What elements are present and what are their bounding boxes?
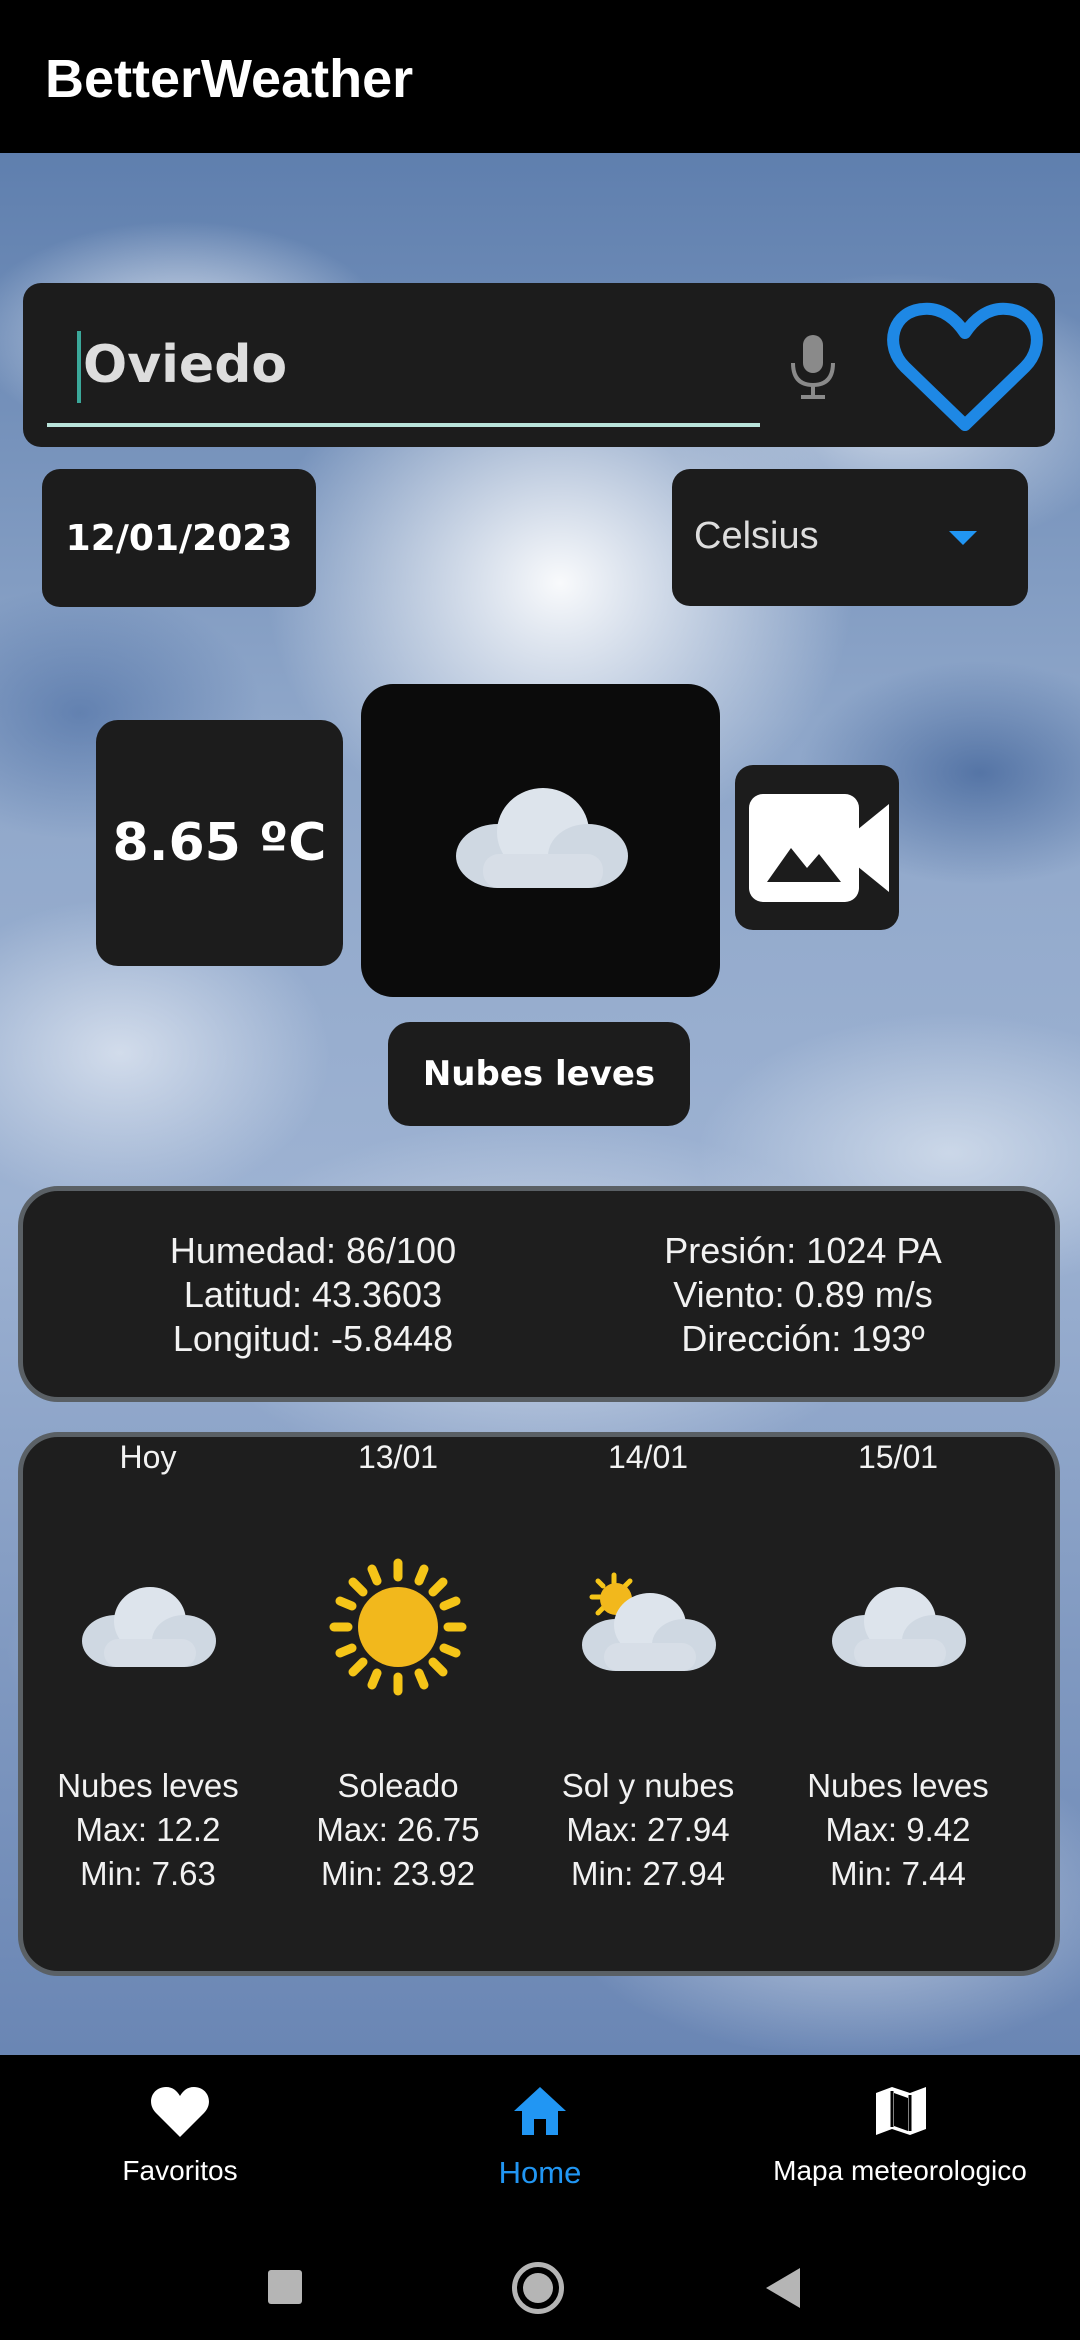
forecast-card: Hoy Nubes leves Max: 12.2 Min: 7.63 13/0… — [18, 1432, 1060, 1976]
home-icon — [514, 2087, 566, 2135]
map-icon — [876, 2087, 926, 2135]
nav-item-home[interactable]: Home — [440, 2055, 640, 2230]
search-bar: Oviedo — [23, 283, 1055, 447]
input-underline — [47, 423, 760, 427]
home-system-button[interactable] — [512, 2262, 564, 2314]
current-weather-icon-box — [361, 684, 720, 997]
app-title: BetterWeather — [45, 49, 414, 109]
current-temperature: 8.65 ºC — [96, 720, 343, 966]
heart-icon — [151, 2087, 209, 2137]
city-search-value: Oviedo — [83, 335, 288, 395]
direction-text: Dirección: 193º — [681, 1318, 925, 1359]
back-button[interactable] — [766, 2268, 800, 2308]
forecast-min: Min: 23.92 — [320, 1855, 476, 1892]
dropdown-arrow-icon — [949, 531, 977, 545]
unit-dropdown-value: Celsius — [694, 515, 819, 557]
latitude-text: Latitud: 43.3603 — [183, 1274, 443, 1315]
cloud-icon — [832, 1587, 966, 1667]
nav-label-favorites: Favoritos — [122, 2155, 238, 2186]
forecast-max: Max: 27.94 — [566, 1811, 730, 1848]
forecast-day-label: 14/01 — [607, 1439, 689, 1475]
forecast-desc: Nubes leves — [57, 1767, 239, 1804]
nav-label-map: Mapa meteorologico — [773, 2155, 1027, 2186]
humidity-text: Humedad: 86/100 — [169, 1230, 457, 1271]
nav-label-home: Home — [498, 2155, 582, 2190]
longitude-text: Longitud: -5.8448 — [172, 1318, 454, 1359]
forecast-min: Min: 27.94 — [570, 1855, 726, 1892]
details-right-column: Presión: 1024 PA Viento: 0.89 m/s Direcc… — [563, 1229, 1043, 1361]
forecast-max: Max: 9.42 — [825, 1811, 971, 1848]
forecast-day-label: 13/01 — [357, 1439, 439, 1475]
sun-icon — [329, 1558, 467, 1696]
forecast-max: Max: 26.75 — [316, 1811, 480, 1848]
details-left-column: Humedad: 86/100 Latitud: 43.3603 Longitu… — [103, 1229, 523, 1361]
forecast-desc: Soleado — [337, 1767, 459, 1804]
nav-item-map[interactable]: Mapa meteorologico — [760, 2055, 1040, 2230]
forecast-desc: Sol y nubes — [561, 1767, 735, 1804]
heart-outline-icon[interactable] — [885, 297, 1045, 437]
forecast-min: Min: 7.44 — [830, 1855, 966, 1892]
forecast-desc: Nubes leves — [807, 1767, 989, 1804]
sun-cloud-icon — [582, 1572, 716, 1671]
city-search-input[interactable]: Oviedo — [35, 283, 760, 433]
text-cursor — [77, 331, 81, 403]
camera-button[interactable] — [735, 765, 899, 930]
forecast-min: Min: 7.63 — [80, 1855, 216, 1892]
current-weather-description: Nubes leves — [388, 1022, 690, 1126]
forecast-max: Max: 12.2 — [75, 1811, 221, 1848]
pressure-text: Presión: 1024 PA — [664, 1230, 942, 1271]
wind-text: Viento: 0.89 m/s — [673, 1274, 933, 1315]
unit-dropdown[interactable]: Celsius — [672, 469, 1028, 606]
cloud-icon — [82, 1587, 216, 1667]
recents-button[interactable] — [268, 2270, 302, 2304]
date-picker-button[interactable]: 12/01/2023 — [42, 469, 316, 607]
bottom-navigation: Favoritos Home Mapa meteorologico — [0, 2055, 1080, 2230]
nav-item-favorites[interactable]: Favoritos — [80, 2055, 280, 2230]
system-navigation-bar — [0, 2230, 1080, 2340]
forecast-day-label: 15/01 — [857, 1439, 939, 1475]
cloud-icon — [456, 788, 628, 888]
forecast-day-label: Hoy — [119, 1439, 177, 1475]
video-camera-icon — [749, 794, 889, 902]
microphone-icon[interactable] — [783, 333, 843, 403]
weather-details-card: Humedad: 86/100 Latitud: 43.3603 Longitu… — [18, 1186, 1060, 1402]
app-bar: BetterWeather — [0, 0, 1080, 153]
